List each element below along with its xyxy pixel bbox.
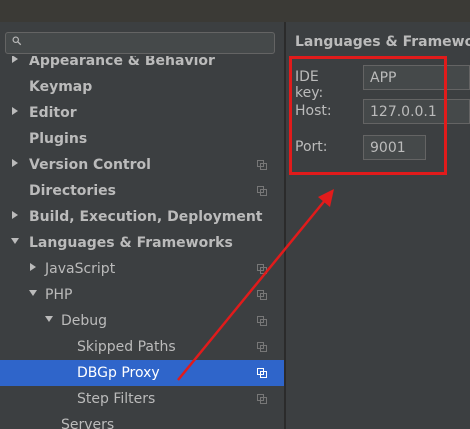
ide-key-label: IDE key: xyxy=(295,69,324,101)
tree-item-label: Keymap xyxy=(29,79,93,95)
tree-item-label: Appearance & Behavior xyxy=(29,56,215,69)
project-settings-icon xyxy=(257,186,267,196)
tree-item-label: Debug xyxy=(61,313,108,329)
chevron-down-icon[interactable] xyxy=(28,288,38,298)
host-field[interactable] xyxy=(363,99,470,124)
chevron-right-icon[interactable] xyxy=(10,210,20,220)
tree-item-languages-frameworks[interactable]: Languages & Frameworks xyxy=(0,230,284,256)
tree-item-label: Build, Execution, Deployment xyxy=(29,209,263,225)
tree-item-keymap[interactable]: Keymap xyxy=(0,74,284,100)
tree-item-build-execution-deployment[interactable]: Build, Execution, Deployment xyxy=(0,204,284,230)
search-input[interactable] xyxy=(32,34,270,52)
tree-item-label: Directories xyxy=(29,183,116,199)
tree-item-label: Editor xyxy=(29,105,77,121)
chevron-down-icon[interactable] xyxy=(10,236,20,246)
tree-item-skipped-paths[interactable]: Skipped Paths xyxy=(0,334,284,360)
port-label: Port: xyxy=(295,139,328,155)
page-title: Languages & Frameworks xyxy=(295,34,470,50)
tree-item-version-control[interactable]: Version Control xyxy=(0,152,284,178)
project-settings-icon xyxy=(257,394,267,404)
tree-item-label: Servers xyxy=(61,417,115,429)
tree-item-label: Languages & Frameworks xyxy=(29,235,233,251)
settings-search[interactable] xyxy=(5,32,275,54)
ide-key-field[interactable] xyxy=(363,65,470,90)
tree-item-editor[interactable]: Editor xyxy=(0,100,284,126)
tree-item-plugins[interactable]: Plugins xyxy=(0,126,284,152)
chevron-right-icon[interactable] xyxy=(28,262,38,272)
search-icon xyxy=(12,36,22,46)
tree-item-label: Skipped Paths xyxy=(77,339,176,355)
settings-sidebar: Appearance & Behavior Keymap Editor Plugins… xyxy=(0,22,284,429)
port-field[interactable] xyxy=(363,135,426,160)
tree-item-directories[interactable]: Directories xyxy=(0,178,284,204)
project-settings-icon xyxy=(257,368,267,378)
tree-item-label: Plugins xyxy=(29,131,88,147)
project-settings-icon xyxy=(257,160,267,170)
project-settings-icon xyxy=(257,342,267,352)
chevron-right-icon[interactable] xyxy=(10,158,20,168)
chevron-down-icon[interactable] xyxy=(44,314,54,324)
tree-item-label: Version Control xyxy=(29,157,151,173)
tree-item-php[interactable]: PHP xyxy=(0,282,284,308)
settings-tree: Appearance & Behavior Keymap Editor Plugins… xyxy=(0,56,284,429)
tree-item-label: JavaScript xyxy=(45,261,116,277)
project-settings-icon xyxy=(257,290,267,300)
tree-item-servers[interactable]: Servers xyxy=(0,412,284,429)
tree-item-dbgp-proxy[interactable]: DBGp Proxy xyxy=(0,360,284,386)
tree-item-label: PHP xyxy=(45,287,73,303)
tree-item-appearance-behavior[interactable]: Appearance & Behavior xyxy=(0,56,284,74)
project-settings-icon xyxy=(257,264,267,274)
tree-item-step-filters[interactable]: Step Filters xyxy=(0,386,284,412)
tree-item-label: DBGp Proxy xyxy=(77,365,160,381)
chevron-right-icon[interactable] xyxy=(10,106,20,116)
tree-item-javascript[interactable]: JavaScript xyxy=(0,256,284,282)
host-label: Host: xyxy=(295,103,332,119)
chevron-right-icon[interactable] xyxy=(10,56,20,64)
tree-item-label: Step Filters xyxy=(77,391,156,407)
tree-item-debug[interactable]: Debug xyxy=(0,308,284,334)
project-settings-icon xyxy=(257,316,267,326)
title-bar xyxy=(0,0,470,22)
